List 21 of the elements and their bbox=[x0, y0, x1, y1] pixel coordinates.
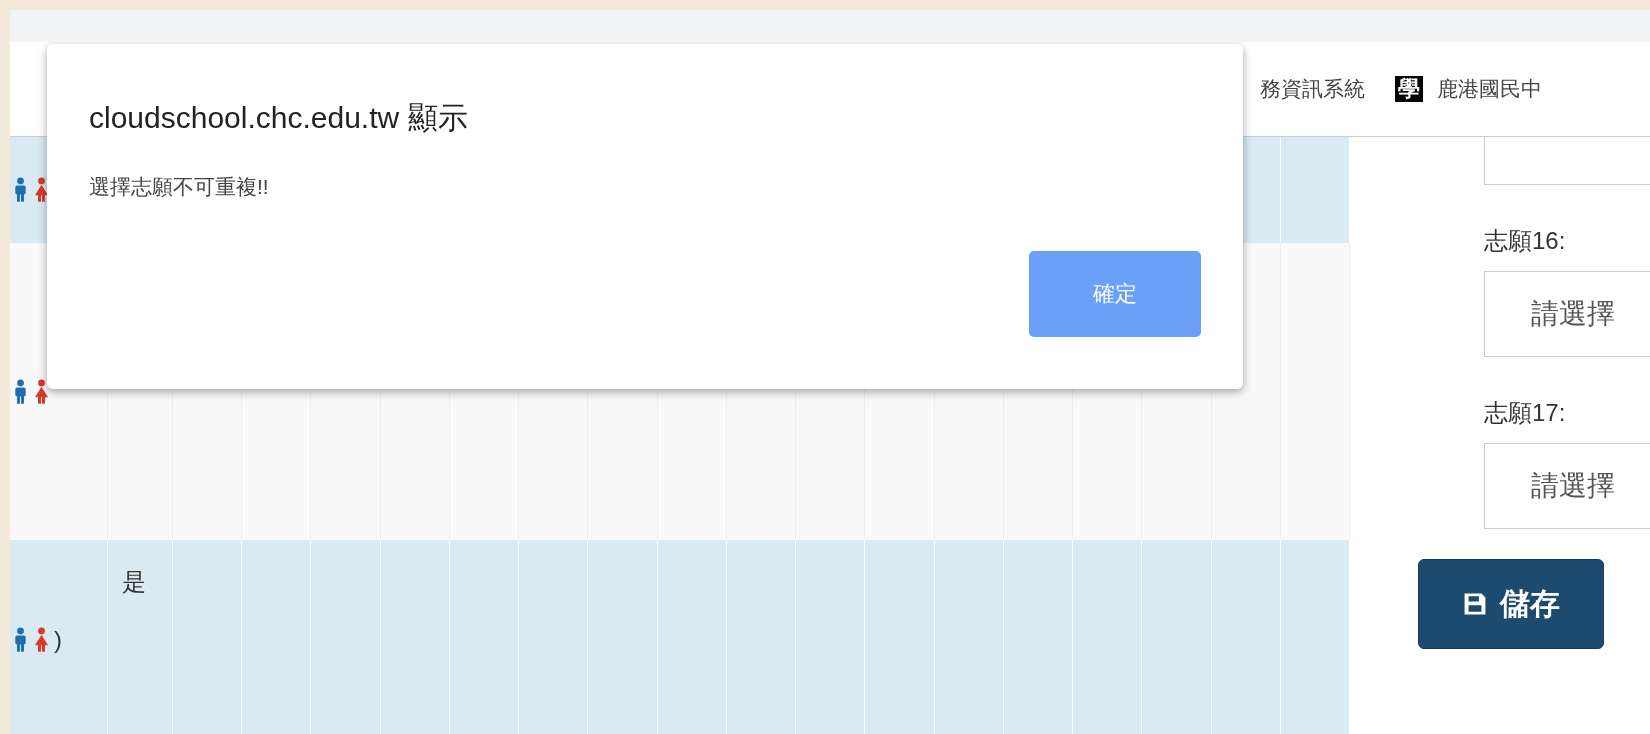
dialog-title: cloudschool.chc.edu.tw 顯示 bbox=[89, 100, 469, 136]
address-bar[interactable] bbox=[10, 10, 1650, 42]
male-icon bbox=[12, 378, 29, 405]
table-cell: 是 bbox=[122, 568, 146, 595]
save-icon bbox=[1462, 591, 1488, 617]
field-label: 志願17: bbox=[1484, 398, 1567, 428]
male-icon bbox=[12, 627, 29, 653]
female-icon bbox=[33, 177, 50, 203]
school-icon: 學 bbox=[1395, 76, 1423, 102]
field-label: 志願16: bbox=[1484, 226, 1567, 256]
male-icon bbox=[12, 177, 29, 203]
save-button[interactable]: 儲存 bbox=[1418, 559, 1604, 649]
select-field[interactable]: 請選擇 bbox=[1484, 271, 1650, 357]
female-icon bbox=[33, 627, 50, 653]
dialog-message: 選擇志願不可重複!! bbox=[89, 174, 270, 200]
bookmark-link[interactable]: 務資訊系統 bbox=[1260, 75, 1365, 103]
select-field[interactable]: 請選擇 bbox=[1484, 443, 1650, 529]
female-icon bbox=[33, 378, 50, 405]
select-field[interactable] bbox=[1484, 137, 1650, 185]
bookmark-link[interactable]: 學 鹿港國民中 bbox=[1395, 75, 1542, 103]
paren-text: ) bbox=[54, 626, 62, 654]
